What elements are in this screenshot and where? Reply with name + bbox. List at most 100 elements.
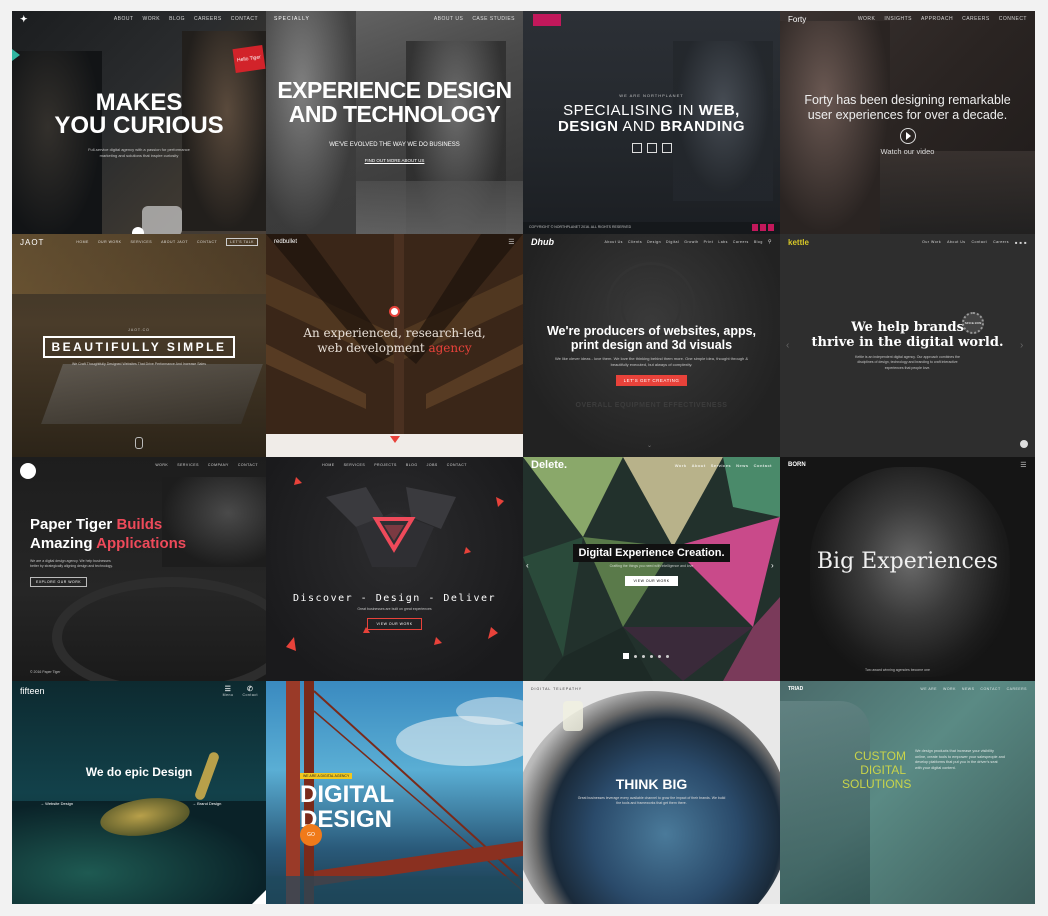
nav-item[interactable]: WE ARE [920, 687, 937, 691]
menu-icon[interactable]: ☰ [1020, 461, 1027, 469]
nav-item[interactable]: OUR WORK [98, 240, 122, 244]
phone-icon[interactable]: ✆ Contact [242, 685, 258, 697]
nav-item[interactable]: CONTACT [197, 240, 217, 244]
cta-button[interactable]: LET'S TALK [226, 238, 258, 246]
nav-item[interactable]: Growth [684, 240, 698, 244]
tile-forty[interactable]: Forty WORK INSIGHTS APPROACH CAREERS CON… [780, 11, 1035, 234]
chevron-left-icon[interactable]: ‹ [526, 561, 529, 570]
website-design-link[interactable]: → Website Design [40, 801, 73, 806]
nav-item[interactable]: ABOUT [114, 16, 134, 22]
nav-item[interactable]: APPROACH [921, 16, 953, 22]
tile-specialising[interactable]: WE ARE NORTHPLANET SPECIALISING IN WEB, … [523, 11, 780, 234]
nav-item[interactable]: CONTACT [231, 16, 258, 22]
nav-item[interactable]: CONTACT [980, 687, 1000, 691]
cta-button[interactable]: LET'S GET CREATING [615, 375, 688, 386]
brand-logo[interactable] [20, 463, 36, 479]
nav-item[interactable]: Labs [718, 240, 728, 244]
nav-item[interactable]: About Us [947, 240, 965, 244]
tile-custom-digital-solutions[interactable]: TRIAD WE ARE WORK NEWS CONTACT CAREERS C… [780, 681, 1035, 904]
nav-item[interactable]: SERVICES [177, 463, 199, 467]
nav-item[interactable]: Contact [754, 463, 772, 468]
branding-icon[interactable] [661, 143, 672, 153]
brand-logo[interactable]: JAOT [20, 238, 44, 247]
nav-item[interactable]: Digital [666, 240, 679, 244]
nav-item[interactable]: News [736, 463, 748, 468]
brand-logo[interactable]: SPECIALLY [274, 16, 310, 22]
nav-item[interactable]: JOBS [427, 463, 438, 467]
brand-logo[interactable]: kettle [788, 238, 809, 247]
nav-item[interactable]: Print [704, 240, 714, 244]
nav-item[interactable]: BLOG [169, 16, 185, 22]
nav-item[interactable]: WORK [943, 687, 956, 691]
tile-fifteen[interactable]: fifteen ☰ Menu ✆ Contact We do epic Design… [12, 681, 266, 904]
chevron-down-icon[interactable]: ⌄ [647, 442, 652, 449]
brand-logo[interactable]: Delete. [531, 459, 567, 471]
left-arrow-icon[interactable] [12, 49, 20, 61]
play-icon[interactable] [899, 128, 916, 144]
watch-video-link[interactable]: Watch our video [780, 147, 1035, 156]
tile-makes-you-curious[interactable]: ✦ ABOUT WORK BLOG CAREERS CONTACT Hello … [12, 11, 266, 234]
tile-digital-design[interactable]: WE ARE A DIGITAL AGENCY DIGITAL DESIGN G… [266, 681, 523, 904]
nav-item[interactable]: WORK [143, 16, 161, 22]
brand-design-link[interactable]: → Brand Design [192, 801, 221, 806]
brand-logo[interactable]: BORN [788, 462, 806, 468]
chevron-left-icon[interactable]: ‹ [786, 340, 789, 351]
nav-item[interactable]: Careers [993, 240, 1009, 244]
nav-item[interactable]: ABOUT JAOT [161, 240, 188, 244]
brand-logo[interactable]: redbullet [274, 239, 297, 245]
nav-item[interactable]: SERVICES [344, 463, 366, 467]
nav-item[interactable]: COMPANY [208, 463, 229, 467]
more-link[interactable]: FIND OUT MORE ABOUT US [266, 158, 523, 163]
chevron-right-icon[interactable]: › [771, 561, 774, 570]
nav-item[interactable]: Blog [754, 240, 763, 244]
nav-item[interactable]: Work [675, 463, 687, 468]
nav-item[interactable]: SERVICES [130, 240, 152, 244]
down-arrow-icon[interactable] [390, 436, 400, 443]
scroll-mouse-icon[interactable] [135, 437, 143, 449]
view-work-button[interactable]: VIEW OUR WORK [625, 576, 678, 587]
tile-dhub[interactable]: Dhub About Us Clients Design Digital Gro… [523, 234, 780, 457]
nav-item[interactable]: PROJECTS [374, 463, 397, 467]
web-icon[interactable] [631, 143, 642, 153]
nav-item[interactable]: Clients [628, 240, 642, 244]
brand-logo[interactable]: ✦ [20, 14, 28, 25]
nav-item[interactable]: CAREERS [194, 16, 222, 22]
nav-item[interactable]: Design [647, 240, 661, 244]
nav-item[interactable]: NEWS [962, 687, 975, 691]
nav-item[interactable]: CONNECT [999, 16, 1027, 22]
tile-beautifully-simple[interactable]: JAOT HOME OUR WORK SERVICES ABOUT JAOT C… [12, 234, 266, 457]
nav-item[interactable]: Services [711, 463, 731, 468]
tile-redbullet[interactable]: redbullet ☰ An experienced, research-led… [266, 234, 523, 457]
brand-logo[interactable]: Forty [788, 15, 806, 24]
nav-item[interactable]: CONTACT [447, 463, 467, 467]
tile-delete[interactable]: Delete. Work About Services News Contact… [523, 457, 780, 681]
nav-item[interactable]: CONTACT [238, 463, 258, 467]
social-icons[interactable]: ■ ■ ■ [1015, 240, 1027, 245]
chevron-right-icon[interactable]: › [1020, 340, 1023, 351]
scroll-down-icon[interactable] [1020, 440, 1028, 448]
nav-item[interactable]: HOME [322, 463, 335, 467]
menu-icon[interactable]: ☰ Menu [223, 685, 234, 697]
tile-experience-design[interactable]: SPECIALLY ABOUT US CASE STUDIES EXPERIEN… [266, 11, 523, 234]
nav-item[interactable]: ABOUT US [434, 16, 463, 22]
menu-icon[interactable]: ☰ [508, 238, 515, 246]
tile-think-big[interactable]: DIGITAL TELEPATHY THINK BIG Great busine… [523, 681, 780, 904]
nav-item[interactable]: CAREERS [962, 16, 990, 22]
nav-item[interactable]: WORK [155, 463, 168, 467]
view-work-button[interactable]: VIEW OUR WORK [367, 618, 422, 631]
brand-logo[interactable]: TRIAD [788, 686, 803, 692]
brand-logo[interactable]: DIGITAL TELEPATHY [531, 687, 582, 691]
carousel-dots[interactable] [623, 653, 669, 659]
nav-item[interactable]: About [692, 463, 706, 468]
brand-logo[interactable]: Dhub [531, 237, 554, 247]
nav-item[interactable]: About Us [605, 240, 623, 244]
nav-item[interactable]: WORK [858, 16, 876, 22]
brand-logo[interactable] [533, 14, 561, 26]
nav-item[interactable]: INSIGHTS [884, 16, 912, 22]
brand-logo[interactable]: fifteen [20, 686, 45, 696]
nav-item[interactable]: BLOG [406, 463, 418, 467]
nav-item[interactable]: CASE STUDIES [472, 16, 515, 22]
tile-discover-design-deliver[interactable]: HOME SERVICES PROJECTS BLOG JOBS CONTACT… [266, 457, 523, 681]
social-icons[interactable] [752, 224, 774, 231]
nav-item[interactable]: Contact [972, 240, 988, 244]
